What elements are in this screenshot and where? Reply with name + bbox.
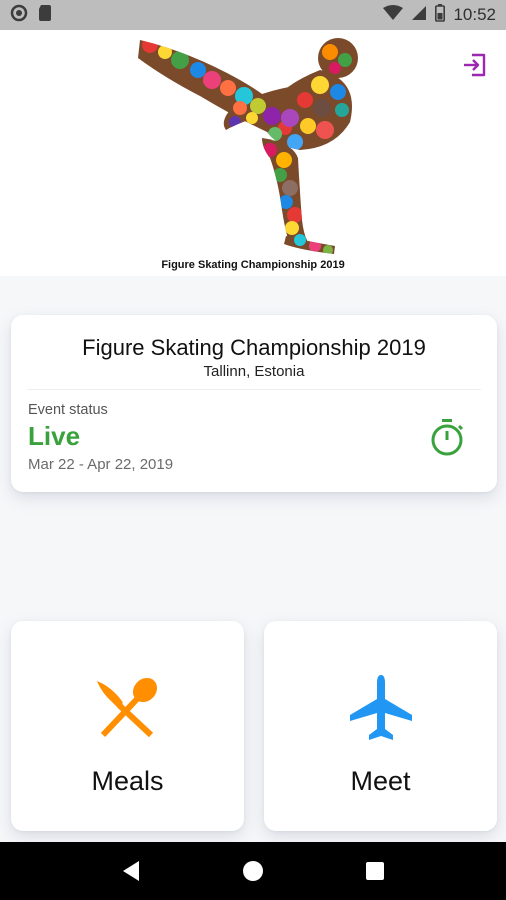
meet-tile[interactable]: Meet <box>264 621 497 831</box>
battery-icon <box>435 3 446 27</box>
event-title: Figure Skating Championship 2019 <box>82 335 426 360</box>
meals-tile[interactable]: Meals <box>11 621 244 831</box>
event-status-label: Event status <box>28 402 108 418</box>
meals-label: Meals <box>91 766 164 796</box>
stopwatch-icon <box>431 419 464 456</box>
status-bar: 10:52 <box>0 0 506 30</box>
airplane-icon <box>349 675 412 740</box>
signal-icon <box>411 5 427 26</box>
wifi-icon <box>383 4 404 26</box>
event-card[interactable]: Figure Skating Championship 2019 Tallinn… <box>11 315 497 492</box>
back-icon <box>123 861 139 881</box>
recents-button[interactable] <box>355 851 395 891</box>
event-status-value: Live <box>28 421 81 451</box>
skater-illustration <box>138 38 358 254</box>
hero-caption: Figure Skating Championship 2019 <box>161 259 345 271</box>
event-location: Tallinn, Estonia <box>203 363 305 380</box>
home-icon <box>243 861 263 881</box>
recents-icon <box>366 862 384 880</box>
navigation-bar <box>0 842 506 900</box>
fork-spoon-icon <box>96 677 157 738</box>
logout-button[interactable] <box>458 48 492 82</box>
notification-icon <box>10 4 28 27</box>
back-button[interactable] <box>111 851 151 891</box>
sim-card-icon <box>38 4 52 27</box>
home-button[interactable] <box>233 851 273 891</box>
event-dates: Mar 22 - Apr 22, 2019 <box>28 456 174 473</box>
divider <box>27 389 481 390</box>
clock-text: 10:52 <box>453 5 496 24</box>
logout-icon <box>464 53 486 77</box>
meet-label: Meet <box>350 766 411 796</box>
hero-banner: Figure Skating Championship 2019 <box>0 30 506 276</box>
